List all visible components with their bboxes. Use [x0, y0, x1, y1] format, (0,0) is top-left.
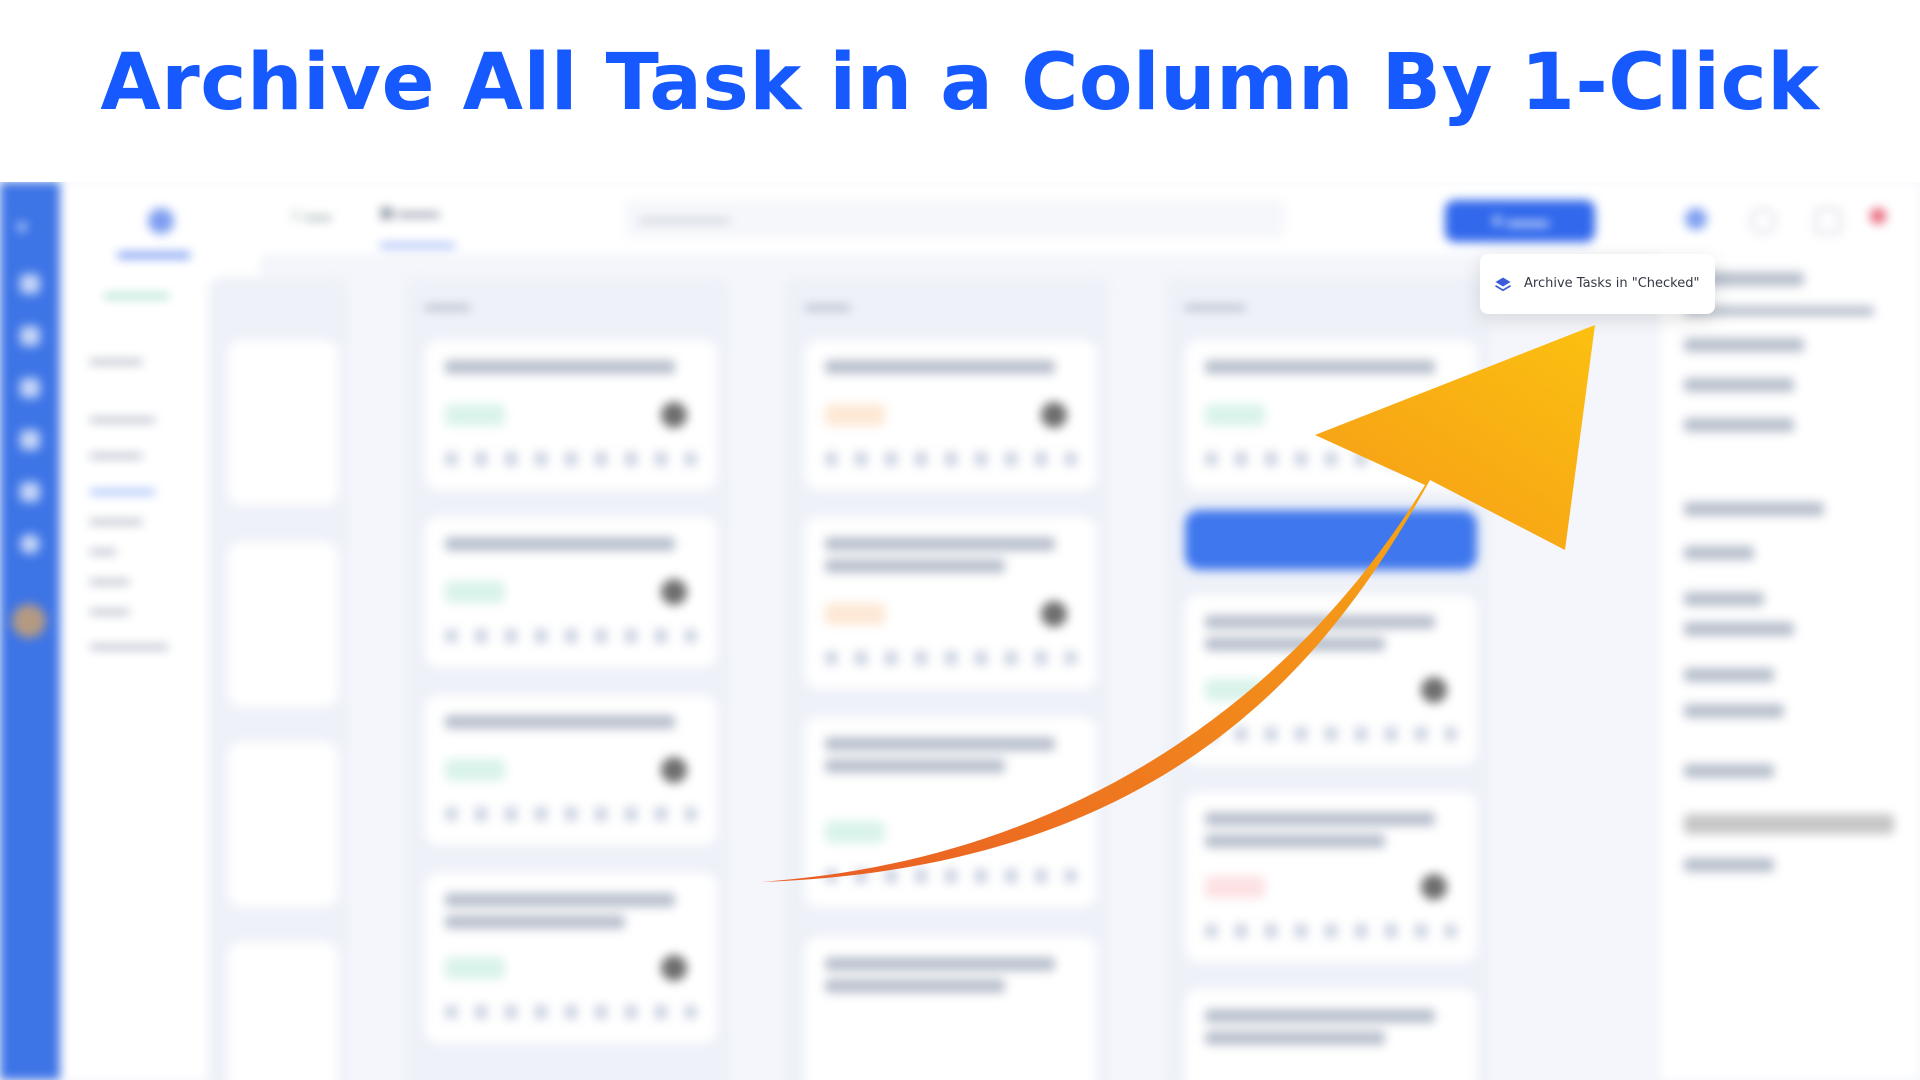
- curved-arrow-icon: [760, 325, 1595, 882]
